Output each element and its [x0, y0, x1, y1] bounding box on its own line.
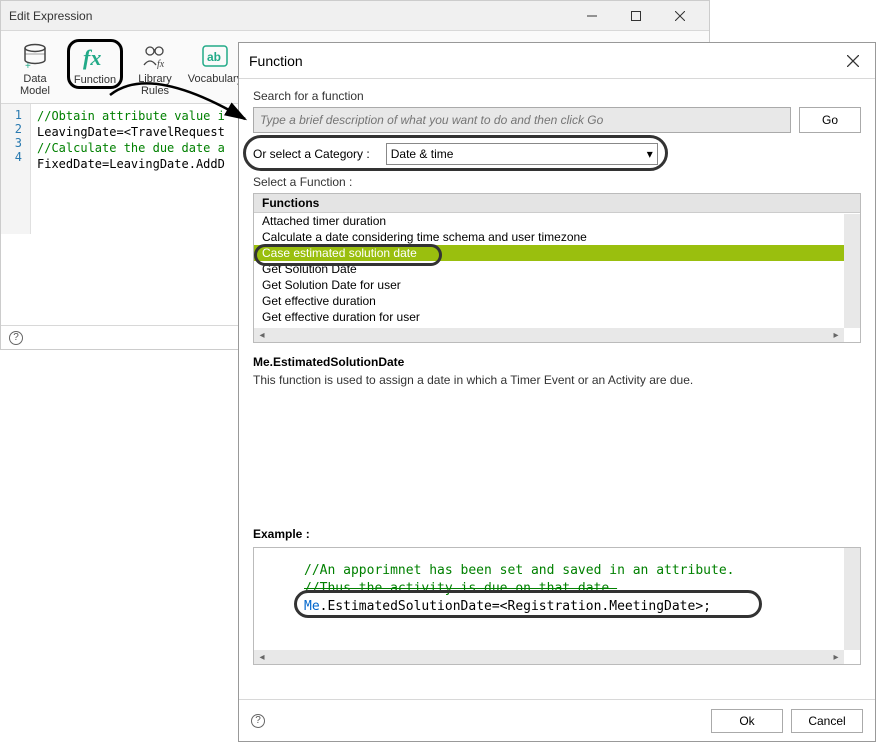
maximize-button[interactable] — [615, 2, 657, 30]
ribbon-label: LibraryRules — [138, 73, 172, 97]
window-controls — [571, 2, 701, 30]
function-signature: Me.EstimatedSolutionDate — [253, 355, 861, 369]
example-code: //An apporimnet has been set and saved i… — [304, 562, 850, 616]
dialog-header: Function — [239, 43, 875, 79]
function-item[interactable]: Get effective duration for user — [254, 309, 860, 325]
category-label: Or select a Category : — [253, 147, 370, 161]
minimize-button[interactable] — [571, 2, 613, 30]
function-item[interactable]: Get effective duration — [254, 293, 860, 309]
functions-header: Functions — [254, 194, 860, 213]
titlebar: Edit Expression — [1, 1, 709, 31]
people-fx-icon: fx — [137, 41, 173, 71]
search-label: Search for a function — [253, 89, 861, 103]
database-icon: + — [17, 41, 53, 71]
dialog-footer: ? Ok Cancel — [239, 699, 875, 741]
scrollbar-vertical[interactable] — [844, 214, 860, 328]
svg-text:ab: ab — [207, 50, 221, 64]
scrollbar-horizontal[interactable]: ◂ ▸ — [254, 328, 844, 342]
chevron-down-icon: ▾ — [647, 147, 653, 161]
ribbon-label: Vocabulary — [188, 73, 242, 85]
scroll-left-icon[interactable]: ◂ — [254, 330, 270, 341]
example-label: Example : — [253, 527, 861, 541]
svg-text:+: + — [25, 61, 31, 69]
scroll-right-icon[interactable]: ▸ — [828, 650, 844, 664]
scrollbar-horizontal[interactable]: ◂ ▸ — [254, 650, 844, 664]
scroll-right-icon[interactable]: ▸ — [828, 330, 844, 341]
fx-icon: fx — [77, 42, 113, 72]
search-input[interactable] — [253, 107, 791, 133]
ribbon-function[interactable]: fx Function — [67, 39, 123, 89]
function-item[interactable]: Attached timer duration — [254, 213, 860, 229]
window-title: Edit Expression — [9, 9, 92, 23]
category-row: Or select a Category : Date & time ▾ — [253, 143, 861, 165]
function-item[interactable]: Get Solution Date for user — [254, 277, 860, 293]
ribbon-library-rules[interactable]: fx LibraryRules — [127, 39, 183, 99]
example-box: //An apporimnet has been set and saved i… — [253, 547, 861, 665]
dialog-body: Search for a function Go Or select a Cat… — [239, 79, 875, 699]
dialog-title: Function — [249, 53, 303, 69]
function-items[interactable]: Attached timer duration Calculate a date… — [254, 213, 860, 342]
svg-text:fx: fx — [157, 59, 165, 69]
close-button[interactable] — [659, 2, 701, 30]
scrollbar-vertical[interactable] — [844, 548, 860, 650]
ribbon-data-model[interactable]: + DataModel — [7, 39, 63, 99]
svg-text:fx: fx — [83, 45, 101, 70]
help-icon[interactable]: ? — [251, 714, 265, 728]
cancel-button[interactable]: Cancel — [791, 709, 863, 733]
ab-icon: ab — [197, 41, 233, 71]
ribbon-vocabulary[interactable]: ab Vocabulary — [187, 39, 243, 87]
ribbon-label: Function — [74, 74, 116, 86]
function-list: Functions Attached timer duration Calcul… — [253, 193, 861, 343]
function-item[interactable]: Calculate a date considering time schema… — [254, 229, 860, 245]
search-row: Go — [253, 107, 861, 133]
help-icon[interactable]: ? — [9, 331, 23, 345]
scroll-left-icon[interactable]: ◂ — [254, 650, 270, 664]
function-item[interactable]: Get Solution Date — [254, 261, 860, 277]
ok-button[interactable]: Ok — [711, 709, 783, 733]
select-function-label: Select a Function : — [253, 175, 861, 189]
gutter: 1 2 3 4 — [1, 104, 31, 234]
function-item-selected[interactable]: Case estimated solution date — [254, 245, 860, 261]
function-dialog: Function Search for a function Go Or sel… — [238, 42, 876, 742]
close-icon[interactable] — [841, 49, 865, 73]
function-description: This function is used to assign a date i… — [253, 373, 861, 387]
ribbon-label: DataModel — [20, 73, 50, 97]
go-button[interactable]: Go — [799, 107, 861, 133]
category-select[interactable]: Date & time ▾ — [386, 143, 658, 165]
